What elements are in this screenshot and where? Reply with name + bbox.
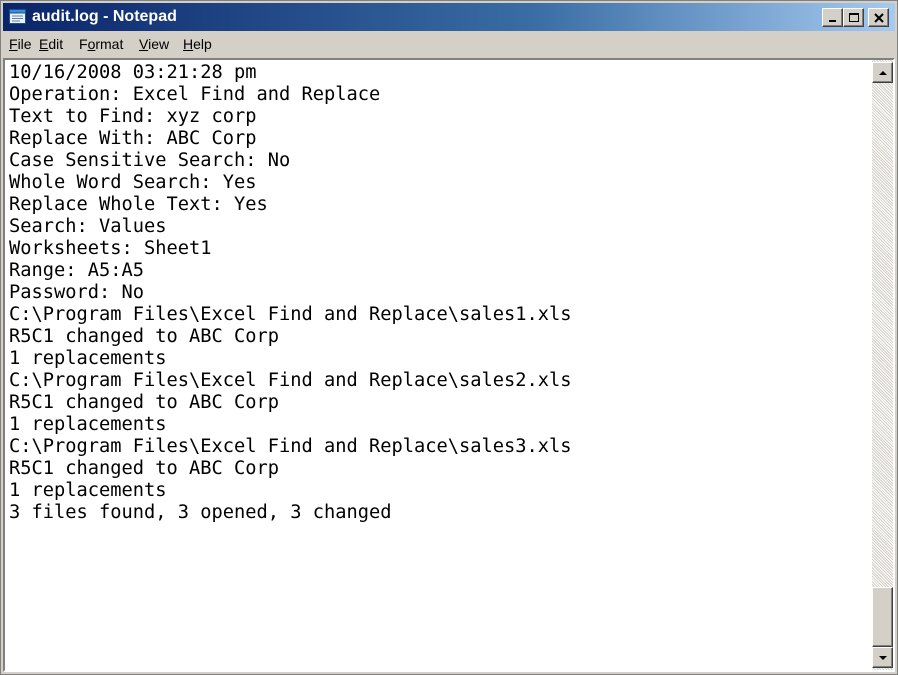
menu-help[interactable]: Help	[183, 36, 212, 53]
text-line: 10/16/2008 03:21:28 pm	[9, 62, 257, 83]
scroll-down-button[interactable]	[872, 647, 893, 668]
menu-view-label: iew	[148, 36, 170, 52]
notepad-window: audit.log - Notepad File Edit Format Vie…	[0, 0, 898, 675]
editor-frame: 10/16/2008 03:21:28 pm Operation: Excel F…	[3, 58, 895, 672]
text-line: C:\Program Files\Excel Find and Replace\…	[9, 436, 572, 457]
scroll-down-arrow-icon	[878, 655, 887, 660]
minimize-button[interactable]	[822, 8, 843, 27]
menu-file-label: ile	[17, 36, 32, 52]
close-button[interactable]	[868, 8, 889, 27]
vertical-scrollbar[interactable]	[872, 60, 893, 670]
text-line: Replace With: ABC Corp	[9, 128, 257, 149]
text-line: R5C1 changed to ABC Corp	[9, 458, 280, 479]
text-line: Search: Values	[9, 216, 167, 237]
text-line: Case Sensitive Search: No	[9, 150, 291, 171]
menu-help-access-key: H	[183, 36, 194, 52]
maximize-icon	[848, 12, 859, 22]
menu-bar: File Edit Format View Help	[3, 32, 895, 57]
text-line: R5C1 changed to ABC Corp	[9, 326, 280, 347]
text-line: 1 replacements	[9, 414, 167, 435]
scroll-up-arrow-icon	[878, 70, 887, 75]
text-line: 1 replacements	[9, 348, 167, 369]
menu-file[interactable]: File	[9, 36, 32, 53]
menu-help-label: elp	[193, 36, 212, 52]
text-line: R5C1 changed to ABC Corp	[9, 392, 280, 413]
title-bar[interactable]: audit.log - Notepad	[3, 3, 895, 31]
text-line: Whole Word Search: Yes	[9, 172, 257, 193]
text-line: Text to Find: xyz corp	[9, 106, 257, 127]
scroll-up-button[interactable]	[872, 62, 893, 83]
menu-format-label: rmat	[95, 36, 124, 52]
text-line: C:\Program Files\Excel Find and Replace\…	[9, 370, 572, 391]
text-line: 3 files found, 3 opened, 3 changed	[9, 502, 392, 523]
menu-edit-access-key: E	[39, 36, 49, 52]
menu-format-prefix: F	[79, 36, 88, 52]
menu-edit[interactable]: Edit	[39, 36, 63, 53]
text-line: Replace Whole Text: Yes	[9, 194, 268, 215]
text-line: Worksheets: Sheet1	[9, 238, 212, 259]
text-line: Operation: Excel Find and Replace	[9, 84, 381, 105]
menu-file-access-key: F	[9, 36, 18, 52]
window-title: audit.log - Notepad	[32, 8, 177, 25]
notepad-icon	[9, 9, 26, 24]
close-icon	[873, 12, 884, 23]
menu-view-access-key: V	[139, 36, 149, 52]
scroll-thumb[interactable]	[872, 587, 893, 647]
text-line	[9, 524, 859, 546]
text-line: 1 replacements	[9, 480, 167, 501]
menu-edit-label: dit	[48, 36, 64, 52]
text-line: Range: A5:A5	[9, 260, 145, 281]
maximize-button[interactable]	[843, 8, 864, 27]
text-line: C:\Program Files\Excel Find and Replace\…	[9, 304, 572, 325]
document-text-area[interactable]: 10/16/2008 03:21:28 pm Operation: Excel F…	[9, 62, 859, 667]
minimize-icon	[828, 19, 836, 22]
menu-view[interactable]: View	[139, 36, 169, 53]
menu-format[interactable]: Format	[79, 36, 123, 53]
text-line: Password: No	[9, 282, 145, 303]
